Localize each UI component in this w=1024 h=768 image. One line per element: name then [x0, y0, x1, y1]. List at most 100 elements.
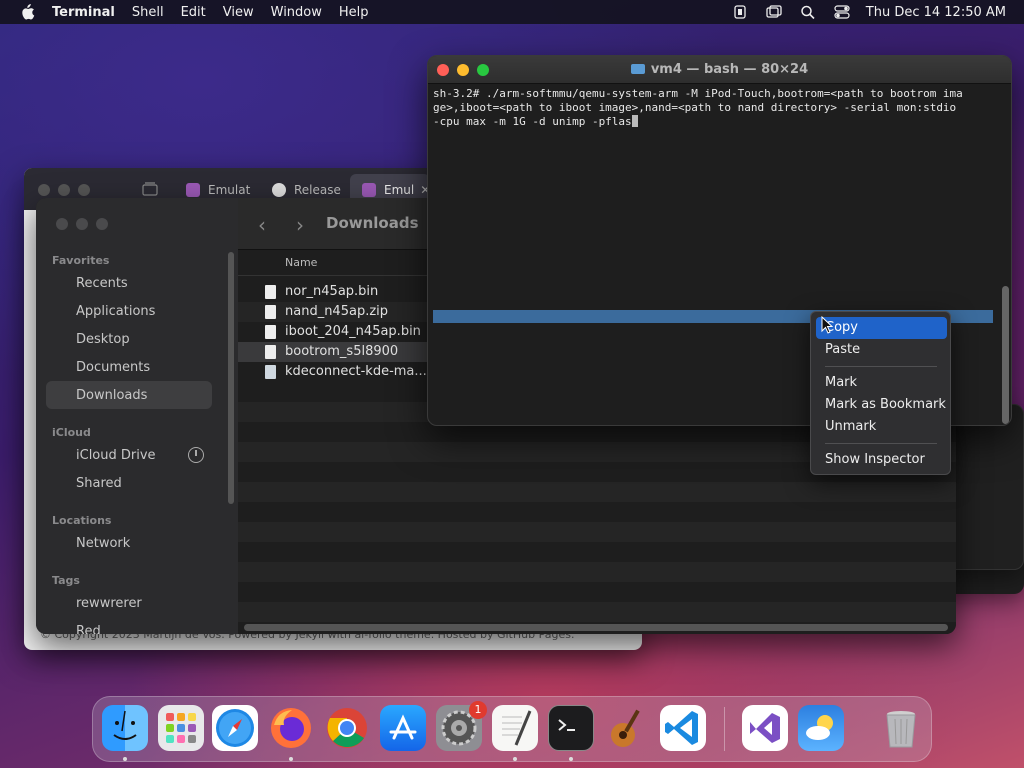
- apple-icon[interactable]: [18, 4, 36, 20]
- running-indicator: [123, 757, 127, 761]
- sidebar-item-tag-rewwrerer[interactable]: rewwrerer: [76, 596, 142, 611]
- browser-zoom-button[interactable]: [78, 184, 90, 196]
- battery-icon[interactable]: [732, 5, 748, 19]
- sync-progress-icon: [188, 447, 204, 463]
- sidebar-item-recents[interactable]: Recents: [76, 276, 128, 291]
- launchpad-icon[interactable]: [158, 705, 204, 751]
- emulator-favicon-icon: [362, 183, 376, 197]
- empty-row: [238, 602, 956, 622]
- browser-tab-2-label: Release: [294, 183, 341, 197]
- text-cursor: [631, 115, 638, 127]
- document-icon: [265, 325, 276, 339]
- finder-sidebar: Favorites Recents Applications Desktop D…: [36, 198, 238, 634]
- finder-icon[interactable]: [102, 705, 148, 751]
- menu-bar: Terminal Shell Edit View Window Help Thu…: [0, 0, 1024, 24]
- sidebar-item-documents[interactable]: Documents: [76, 360, 150, 375]
- terminal-output[interactable]: sh-3.2# ./arm-softmmu/qemu-system-arm -M…: [433, 87, 998, 129]
- horizontal-scrollbar[interactable]: [244, 624, 948, 631]
- tags-heading: Tags: [52, 574, 80, 587]
- tab-overview-icon[interactable]: [142, 182, 158, 196]
- sidebar-item-icloud-drive[interactable]: iCloud Drive: [76, 448, 156, 463]
- safari-icon[interactable]: [212, 705, 258, 751]
- back-chevron-icon[interactable]: ‹: [258, 213, 266, 237]
- app-store-icon[interactable]: [380, 705, 426, 751]
- menu-item-mark-as-bookmark[interactable]: Mark as Bookmark: [816, 394, 947, 416]
- menu-separator: [825, 366, 937, 367]
- file-name: nor_n45ap.bin: [285, 284, 379, 299]
- terminal-line: -cpu max -m 1G -d unimp -pflas: [433, 115, 632, 128]
- running-indicator: [289, 757, 293, 761]
- menu-item-copy[interactable]: Copy: [816, 317, 947, 339]
- context-menu: Copy Paste Mark Mark as Bookmark Unmark …: [810, 311, 951, 475]
- terminal-line: sh-3.2# ./arm-softmmu/qemu-system-arm -M…: [433, 87, 963, 100]
- terminal-icon[interactable]: [548, 705, 594, 751]
- empty-row: [238, 522, 956, 542]
- locations-heading: Locations: [52, 514, 112, 527]
- firefox-icon[interactable]: [268, 705, 314, 751]
- textedit-icon[interactable]: [492, 705, 538, 751]
- menu-shell[interactable]: Shell: [132, 5, 164, 20]
- document-icon: [265, 305, 276, 319]
- document-icon: [265, 365, 276, 379]
- sidebar-item-desktop[interactable]: Desktop: [76, 332, 130, 347]
- location-title: Downloads: [326, 214, 419, 232]
- finder-minimize-button[interactable]: [76, 218, 88, 230]
- terminal-line: ge>,iboot=<path to iboot image>,nand=<pa…: [433, 101, 957, 114]
- sidebar-item-tag-red[interactable]: Red: [76, 624, 101, 634]
- window-switcher-icon[interactable]: [766, 5, 782, 19]
- finder-close-button[interactable]: [56, 218, 68, 230]
- forward-chevron-icon[interactable]: ›: [296, 213, 304, 237]
- sidebar-item-downloads[interactable]: Downloads: [76, 388, 147, 403]
- menu-view[interactable]: View: [223, 5, 254, 20]
- terminal-scrollbar[interactable]: [1002, 286, 1009, 424]
- empty-row: [238, 482, 956, 502]
- sidebar-item-shared[interactable]: Shared: [76, 476, 122, 491]
- vscode-icon[interactable]: [660, 705, 706, 751]
- menu-bar-clock[interactable]: Thu Dec 14 12:50 AM: [866, 5, 1006, 20]
- file-name: iboot_204_n45ap.bin: [285, 324, 421, 339]
- spotlight-search-icon[interactable]: [800, 5, 816, 19]
- empty-row: [238, 562, 956, 582]
- browser-close-button[interactable]: [38, 184, 50, 196]
- terminal-titlebar[interactable]: vm4 — bash — 80×24: [428, 56, 1011, 84]
- sidebar-scrollbar[interactable]: [228, 252, 234, 504]
- menu-item-paste[interactable]: Paste: [816, 339, 947, 361]
- running-indicator: [513, 757, 517, 761]
- finder-zoom-button[interactable]: [96, 218, 108, 230]
- document-icon: [265, 285, 276, 299]
- icloud-heading: iCloud: [52, 426, 91, 439]
- menu-window[interactable]: Window: [271, 5, 322, 20]
- github-favicon-icon: [272, 183, 286, 197]
- sidebar-item-applications[interactable]: Applications: [76, 304, 155, 319]
- browser-tab-3-label: Emul: [384, 183, 415, 197]
- menu-edit[interactable]: Edit: [181, 5, 206, 20]
- emulator-favicon-icon: [186, 183, 200, 197]
- dock: 1: [92, 696, 932, 762]
- menu-item-unmark[interactable]: Unmark: [816, 416, 947, 438]
- garageband-icon[interactable]: [604, 705, 650, 751]
- file-name: kdeconnect-kde-ma...s: [285, 364, 434, 379]
- file-name: bootrom_s5l8900: [285, 344, 399, 359]
- column-header-label: Name: [285, 256, 318, 269]
- favorites-heading: Favorites: [52, 254, 110, 267]
- running-indicator: [569, 757, 573, 761]
- mouse-pointer-icon: [821, 316, 833, 334]
- notification-badge: 1: [469, 701, 487, 719]
- visual-studio-icon[interactable]: [742, 705, 788, 751]
- trash-icon[interactable]: [878, 705, 924, 751]
- file-name: nand_n45ap.zip: [285, 304, 389, 319]
- terminal-title-text: vm4 — bash — 80×24: [650, 62, 809, 77]
- control-center-icon[interactable]: [834, 5, 850, 19]
- browser-tab-1-label: Emulat: [208, 183, 251, 197]
- menu-help[interactable]: Help: [339, 5, 369, 20]
- weather-icon[interactable]: [798, 705, 844, 751]
- folder-icon: [630, 64, 645, 74]
- menu-item-show-inspector[interactable]: Show Inspector: [816, 449, 947, 471]
- menu-app-name[interactable]: Terminal: [52, 5, 115, 20]
- menu-item-mark[interactable]: Mark: [816, 372, 947, 394]
- menu-separator: [825, 443, 937, 444]
- chrome-icon[interactable]: [324, 705, 370, 751]
- dock-divider: [724, 707, 725, 751]
- sidebar-item-network[interactable]: Network: [76, 536, 130, 551]
- browser-minimize-button[interactable]: [58, 184, 70, 196]
